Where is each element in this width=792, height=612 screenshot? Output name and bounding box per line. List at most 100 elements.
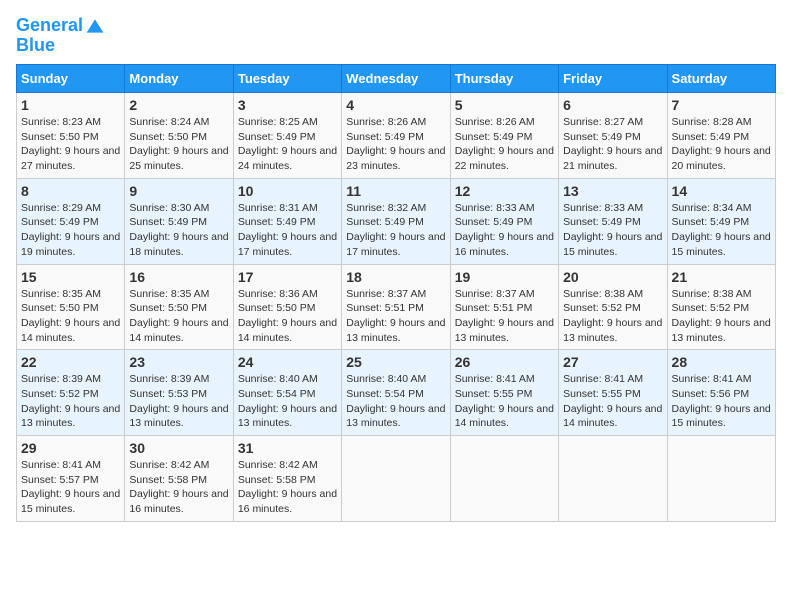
calendar-cell <box>342 436 450 522</box>
day-number: 21 <box>672 269 771 285</box>
day-number: 2 <box>129 97 228 113</box>
weekday-header: Wednesday <box>342 65 450 93</box>
calendar-cell: 4 Sunrise: 8:26 AM Sunset: 5:49 PM Dayli… <box>342 93 450 179</box>
day-info: Sunrise: 8:39 AM Sunset: 5:52 PM Dayligh… <box>21 372 120 431</box>
day-info: Sunrise: 8:26 AM Sunset: 5:49 PM Dayligh… <box>346 115 445 174</box>
day-info: Sunrise: 8:26 AM Sunset: 5:49 PM Dayligh… <box>455 115 554 174</box>
day-info: Sunrise: 8:41 AM Sunset: 5:55 PM Dayligh… <box>563 372 662 431</box>
day-info: Sunrise: 8:41 AM Sunset: 5:55 PM Dayligh… <box>455 372 554 431</box>
day-number: 17 <box>238 269 337 285</box>
day-info: Sunrise: 8:35 AM Sunset: 5:50 PM Dayligh… <box>129 287 228 346</box>
day-info: Sunrise: 8:35 AM Sunset: 5:50 PM Dayligh… <box>21 287 120 346</box>
day-number: 6 <box>563 97 662 113</box>
calendar-table: SundayMondayTuesdayWednesdayThursdayFrid… <box>16 64 776 522</box>
day-number: 11 <box>346 183 445 199</box>
logo-text: General Blue <box>16 16 105 56</box>
calendar-cell: 13 Sunrise: 8:33 AM Sunset: 5:49 PM Dayl… <box>559 178 667 264</box>
day-info: Sunrise: 8:24 AM Sunset: 5:50 PM Dayligh… <box>129 115 228 174</box>
calendar-cell: 26 Sunrise: 8:41 AM Sunset: 5:55 PM Dayl… <box>450 350 558 436</box>
calendar-cell: 2 Sunrise: 8:24 AM Sunset: 5:50 PM Dayli… <box>125 93 233 179</box>
day-number: 18 <box>346 269 445 285</box>
day-number: 5 <box>455 97 554 113</box>
weekday-header: Saturday <box>667 65 775 93</box>
day-info: Sunrise: 8:42 AM Sunset: 5:58 PM Dayligh… <box>238 458 337 517</box>
day-number: 19 <box>455 269 554 285</box>
calendar-cell: 18 Sunrise: 8:37 AM Sunset: 5:51 PM Dayl… <box>342 264 450 350</box>
calendar-cell: 5 Sunrise: 8:26 AM Sunset: 5:49 PM Dayli… <box>450 93 558 179</box>
day-info: Sunrise: 8:28 AM Sunset: 5:49 PM Dayligh… <box>672 115 771 174</box>
calendar-cell: 28 Sunrise: 8:41 AM Sunset: 5:56 PM Dayl… <box>667 350 775 436</box>
day-number: 27 <box>563 354 662 370</box>
calendar-cell: 24 Sunrise: 8:40 AM Sunset: 5:54 PM Dayl… <box>233 350 341 436</box>
day-number: 29 <box>21 440 120 456</box>
calendar-cell: 15 Sunrise: 8:35 AM Sunset: 5:50 PM Dayl… <box>17 264 125 350</box>
day-info: Sunrise: 8:27 AM Sunset: 5:49 PM Dayligh… <box>563 115 662 174</box>
day-info: Sunrise: 8:42 AM Sunset: 5:58 PM Dayligh… <box>129 458 228 517</box>
day-number: 16 <box>129 269 228 285</box>
weekday-header: Tuesday <box>233 65 341 93</box>
day-info: Sunrise: 8:40 AM Sunset: 5:54 PM Dayligh… <box>346 372 445 431</box>
calendar-cell: 6 Sunrise: 8:27 AM Sunset: 5:49 PM Dayli… <box>559 93 667 179</box>
day-number: 10 <box>238 183 337 199</box>
day-number: 28 <box>672 354 771 370</box>
calendar-week-row: 8 Sunrise: 8:29 AM Sunset: 5:49 PM Dayli… <box>17 178 776 264</box>
day-info: Sunrise: 8:31 AM Sunset: 5:49 PM Dayligh… <box>238 201 337 260</box>
calendar-week-row: 15 Sunrise: 8:35 AM Sunset: 5:50 PM Dayl… <box>17 264 776 350</box>
day-info: Sunrise: 8:38 AM Sunset: 5:52 PM Dayligh… <box>563 287 662 346</box>
day-info: Sunrise: 8:29 AM Sunset: 5:49 PM Dayligh… <box>21 201 120 260</box>
calendar-cell: 1 Sunrise: 8:23 AM Sunset: 5:50 PM Dayli… <box>17 93 125 179</box>
calendar-cell: 31 Sunrise: 8:42 AM Sunset: 5:58 PM Dayl… <box>233 436 341 522</box>
calendar-cell <box>559 436 667 522</box>
day-number: 4 <box>346 97 445 113</box>
day-info: Sunrise: 8:33 AM Sunset: 5:49 PM Dayligh… <box>455 201 554 260</box>
calendar-cell: 30 Sunrise: 8:42 AM Sunset: 5:58 PM Dayl… <box>125 436 233 522</box>
calendar-header: SundayMondayTuesdayWednesdayThursdayFrid… <box>17 65 776 93</box>
logo: General Blue <box>16 16 105 56</box>
day-info: Sunrise: 8:37 AM Sunset: 5:51 PM Dayligh… <box>455 287 554 346</box>
day-info: Sunrise: 8:41 AM Sunset: 5:57 PM Dayligh… <box>21 458 120 517</box>
calendar-cell: 16 Sunrise: 8:35 AM Sunset: 5:50 PM Dayl… <box>125 264 233 350</box>
day-number: 30 <box>129 440 228 456</box>
calendar-week-row: 1 Sunrise: 8:23 AM Sunset: 5:50 PM Dayli… <box>17 93 776 179</box>
weekday-header: Monday <box>125 65 233 93</box>
calendar-cell: 20 Sunrise: 8:38 AM Sunset: 5:52 PM Dayl… <box>559 264 667 350</box>
calendar-cell: 14 Sunrise: 8:34 AM Sunset: 5:49 PM Dayl… <box>667 178 775 264</box>
calendar-cell: 17 Sunrise: 8:36 AM Sunset: 5:50 PM Dayl… <box>233 264 341 350</box>
day-info: Sunrise: 8:40 AM Sunset: 5:54 PM Dayligh… <box>238 372 337 431</box>
weekday-header: Thursday <box>450 65 558 93</box>
day-number: 8 <box>21 183 120 199</box>
calendar-cell: 25 Sunrise: 8:40 AM Sunset: 5:54 PM Dayl… <box>342 350 450 436</box>
calendar-week-row: 29 Sunrise: 8:41 AM Sunset: 5:57 PM Dayl… <box>17 436 776 522</box>
day-info: Sunrise: 8:39 AM Sunset: 5:53 PM Dayligh… <box>129 372 228 431</box>
day-info: Sunrise: 8:41 AM Sunset: 5:56 PM Dayligh… <box>672 372 771 431</box>
day-info: Sunrise: 8:33 AM Sunset: 5:49 PM Dayligh… <box>563 201 662 260</box>
day-info: Sunrise: 8:38 AM Sunset: 5:52 PM Dayligh… <box>672 287 771 346</box>
day-info: Sunrise: 8:34 AM Sunset: 5:49 PM Dayligh… <box>672 201 771 260</box>
day-number: 12 <box>455 183 554 199</box>
calendar-cell: 9 Sunrise: 8:30 AM Sunset: 5:49 PM Dayli… <box>125 178 233 264</box>
day-number: 23 <box>129 354 228 370</box>
day-info: Sunrise: 8:37 AM Sunset: 5:51 PM Dayligh… <box>346 287 445 346</box>
weekday-header: Sunday <box>17 65 125 93</box>
calendar-cell: 23 Sunrise: 8:39 AM Sunset: 5:53 PM Dayl… <box>125 350 233 436</box>
page-header: General Blue <box>16 16 776 56</box>
day-number: 20 <box>563 269 662 285</box>
day-number: 3 <box>238 97 337 113</box>
calendar-cell: 8 Sunrise: 8:29 AM Sunset: 5:49 PM Dayli… <box>17 178 125 264</box>
calendar-cell: 19 Sunrise: 8:37 AM Sunset: 5:51 PM Dayl… <box>450 264 558 350</box>
calendar-cell: 22 Sunrise: 8:39 AM Sunset: 5:52 PM Dayl… <box>17 350 125 436</box>
calendar-cell: 10 Sunrise: 8:31 AM Sunset: 5:49 PM Dayl… <box>233 178 341 264</box>
day-info: Sunrise: 8:36 AM Sunset: 5:50 PM Dayligh… <box>238 287 337 346</box>
day-number: 25 <box>346 354 445 370</box>
day-info: Sunrise: 8:30 AM Sunset: 5:49 PM Dayligh… <box>129 201 228 260</box>
calendar-cell: 27 Sunrise: 8:41 AM Sunset: 5:55 PM Dayl… <box>559 350 667 436</box>
calendar-week-row: 22 Sunrise: 8:39 AM Sunset: 5:52 PM Dayl… <box>17 350 776 436</box>
day-number: 31 <box>238 440 337 456</box>
calendar-cell: 12 Sunrise: 8:33 AM Sunset: 5:49 PM Dayl… <box>450 178 558 264</box>
day-number: 13 <box>563 183 662 199</box>
calendar-cell: 3 Sunrise: 8:25 AM Sunset: 5:49 PM Dayli… <box>233 93 341 179</box>
day-number: 22 <box>21 354 120 370</box>
day-number: 24 <box>238 354 337 370</box>
weekday-header: Friday <box>559 65 667 93</box>
day-number: 7 <box>672 97 771 113</box>
